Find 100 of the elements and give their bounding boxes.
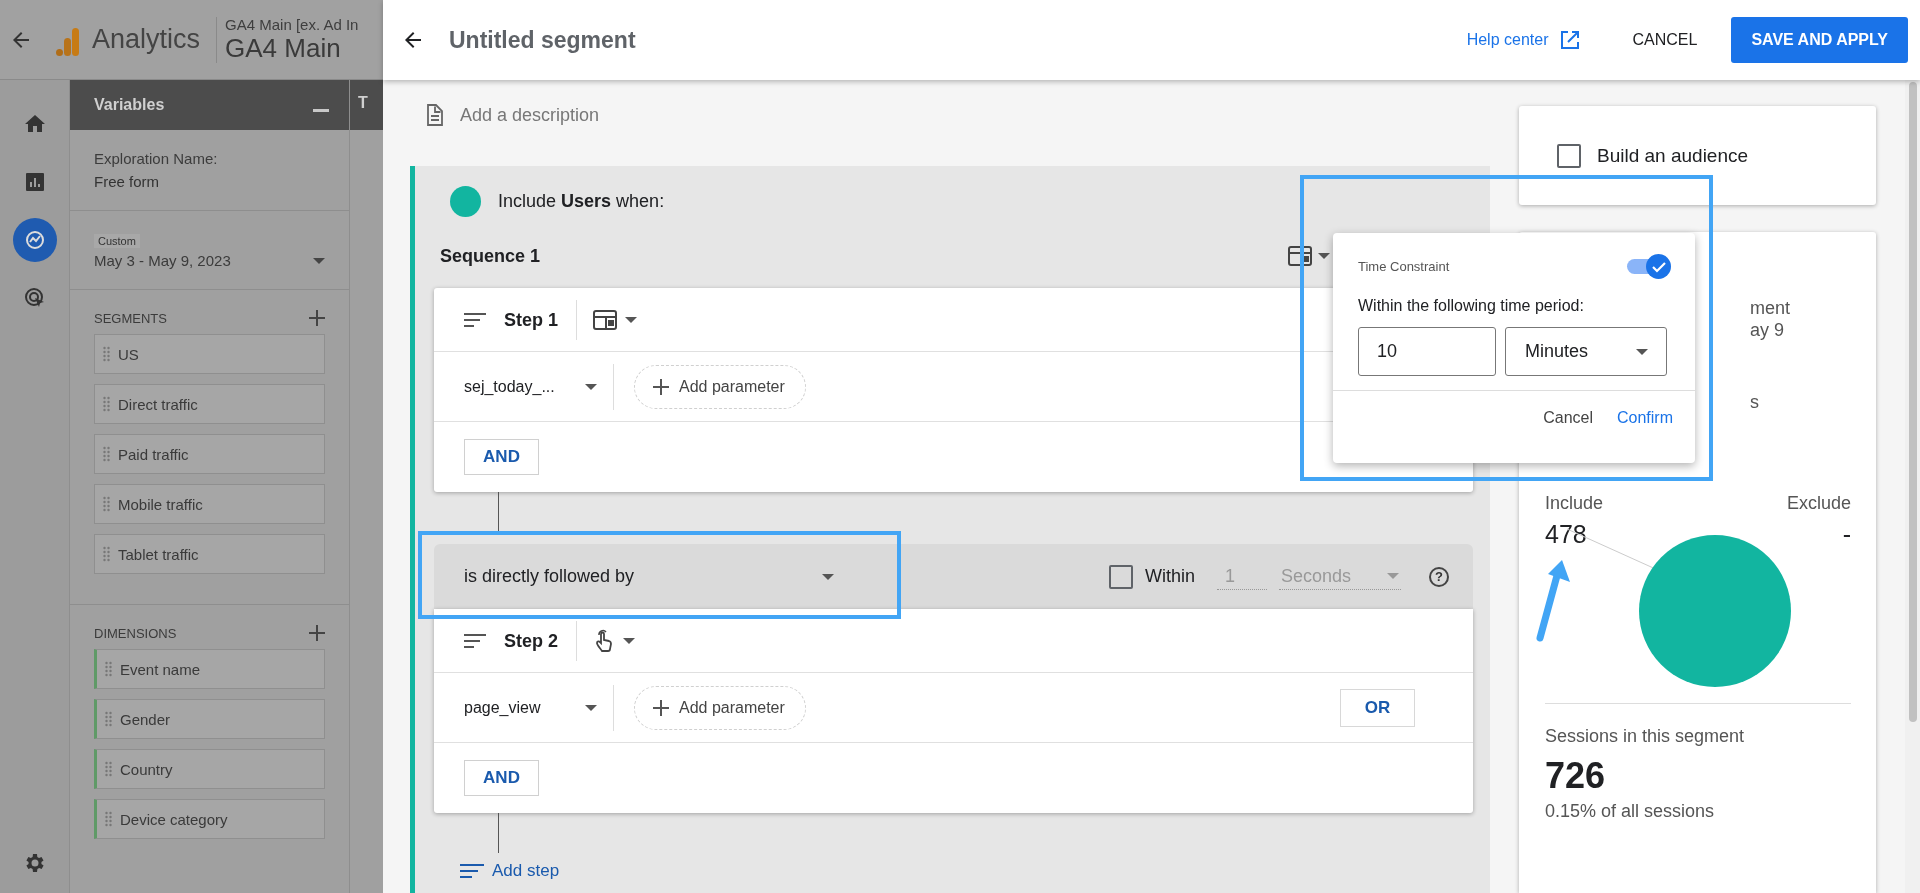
checkbox-label: Build an audience [1597, 144, 1749, 167]
cancel-button[interactable]: CANCEL [1616, 21, 1714, 59]
section-heading: DIMENSIONS [94, 625, 177, 641]
step-scope-dropdown[interactable] [593, 628, 636, 653]
summary-text: ay 9 [1750, 320, 1785, 340]
layout-icon [1288, 245, 1312, 267]
dimension-chip[interactable]: Event name [94, 649, 325, 689]
panel-title: T [350, 80, 383, 130]
add-step-button[interactable]: Add step [434, 861, 1473, 881]
time-unit: Minutes [1525, 341, 1589, 362]
add-parameter-button[interactable]: Add parameter [634, 364, 806, 409]
lines-icon [464, 633, 486, 648]
confirm-button[interactable]: Confirm [1607, 401, 1683, 435]
add-icon[interactable] [309, 310, 325, 326]
scrollbar-thumb[interactable] [1908, 82, 1917, 722]
checkbox[interactable] [1557, 143, 1581, 168]
caret-icon [822, 573, 834, 580]
dimension-chip[interactable]: Gender [94, 699, 325, 739]
include-condition-text: Include Users when: [498, 190, 665, 212]
checkbox[interactable] [1109, 564, 1133, 589]
segment-chip[interactable]: Paid traffic [94, 434, 325, 474]
popup-title: Time Constraint [1358, 258, 1450, 274]
time-unit: Seconds [1281, 565, 1352, 587]
drag-handle-icon[interactable] [105, 661, 112, 677]
sessions-share: 0.15% of all sessions [1545, 801, 1716, 822]
drag-handle-icon[interactable] [105, 811, 112, 827]
event-select[interactable]: page_view [464, 684, 614, 731]
exploration-name: Free form [94, 173, 160, 190]
condition-dropdown[interactable]: is directly followed by [464, 566, 834, 587]
exclude-label: Exclude [1786, 493, 1851, 514]
add-icon[interactable] [309, 625, 325, 641]
caret-icon [585, 704, 597, 711]
toggle-switch[interactable] [1625, 253, 1671, 279]
section-heading: SEGMENTS [94, 310, 167, 326]
chip-label: Direct traffic [118, 395, 198, 413]
nav-rail-button[interactable] [12, 218, 57, 262]
step-title: Step 1 [504, 299, 578, 340]
chip-label: US [118, 345, 139, 363]
segment-chip[interactable]: US [94, 334, 325, 374]
step-scope-dropdown[interactable] [593, 308, 638, 331]
segment-chip[interactable]: Tablet traffic [94, 534, 325, 574]
drag-handle-icon[interactable] [103, 396, 110, 412]
include-count: 478 [1545, 520, 1587, 549]
product-name: Analytics [92, 24, 201, 55]
drag-handle-icon[interactable] [103, 446, 110, 462]
exclude-count: - [1842, 520, 1851, 549]
add-icon [653, 699, 669, 716]
lines-icon [464, 312, 486, 327]
or-button[interactable]: OR [1340, 688, 1415, 727]
summary-text: s [1750, 392, 1759, 412]
sequence-title: Sequence 1 [440, 245, 541, 267]
date-badge: Custom [94, 234, 140, 248]
dimension-chip[interactable]: Device category [94, 799, 325, 839]
save-and-apply-button[interactable]: SAVE AND APPLY [1731, 17, 1908, 63]
segment-chip[interactable]: Direct traffic [94, 384, 325, 424]
sessions-count: 726 [1545, 755, 1607, 797]
step-title: Step 2 [504, 620, 578, 661]
account-name: GA4 Main [ex. Ad In [225, 15, 359, 33]
time-unit-select[interactable]: Minutes [1505, 327, 1667, 376]
event-name: page_view [464, 698, 541, 717]
chip-label: Device category [120, 810, 228, 828]
lines-icon [460, 864, 484, 878]
event-name: sej_today_... [464, 377, 555, 396]
drag-handle-icon[interactable] [103, 346, 110, 362]
chip-label: Gender [120, 710, 171, 728]
cancel-button[interactable]: Cancel [1533, 401, 1603, 435]
collapse-icon[interactable] [313, 108, 329, 112]
chip-label: Mobile traffic [118, 495, 203, 513]
chip-label: Tablet traffic [118, 545, 199, 563]
date-range: May 3 - May 9, 2023 [94, 252, 231, 269]
segment-dot-icon [450, 185, 481, 217]
drag-handle-icon[interactable] [103, 496, 110, 512]
add-parameter-button[interactable]: Add parameter [634, 685, 806, 730]
description-field[interactable]: Add a description [460, 104, 600, 126]
caret-icon [1636, 348, 1648, 355]
event-select[interactable]: sej_today_... [464, 363, 614, 410]
caret-icon [313, 257, 325, 264]
chip-label: Event name [120, 660, 201, 678]
and-button[interactable]: AND [464, 439, 539, 475]
segment-chip[interactable]: Mobile traffic [94, 484, 325, 524]
caret-icon [625, 316, 638, 323]
include-label: Include [1545, 493, 1604, 514]
time-value-input[interactable]: 10 [1358, 327, 1496, 376]
help-icon[interactable]: ? [1429, 566, 1449, 587]
sessions-label: Sessions in this segment [1545, 726, 1746, 747]
chip-label: Paid traffic [118, 445, 189, 463]
drag-handle-icon[interactable] [105, 711, 112, 727]
drag-handle-icon[interactable] [105, 761, 112, 777]
chip-label: Country [120, 760, 173, 778]
field-label: Within the following time period: [1357, 296, 1585, 315]
and-button[interactable]: AND [464, 760, 539, 796]
summary-text: ment [1750, 298, 1791, 318]
dimension-chip[interactable]: Country [94, 749, 325, 789]
help-center-link[interactable]: Help center [1466, 28, 1583, 52]
segment-title: Untitled segment [449, 26, 636, 54]
condition-value: is directly followed by [464, 566, 635, 587]
caret-icon [1318, 253, 1330, 259]
drag-handle-icon[interactable] [103, 546, 110, 562]
date-range-select[interactable]: May 3 - May 9, 2023 [94, 252, 325, 269]
layout-icon [593, 308, 618, 331]
